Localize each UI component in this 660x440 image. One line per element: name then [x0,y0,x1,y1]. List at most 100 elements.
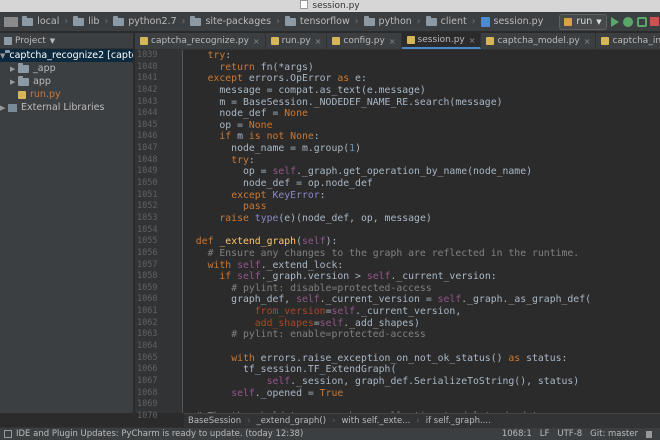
code-line: graph_def, self._current_version = self.… [184,294,591,306]
line-number: 1066 [137,364,158,375]
tree-item-app[interactable]: ▶ app [0,75,133,88]
code-line: tf_session.TF_ExtendGraph( [184,364,397,376]
lock-icon[interactable] [646,430,652,438]
navigation-bar: local › lib › python2.7 › site-packages › te… [0,12,660,32]
tree-item-app-underscore[interactable]: ▶ _app [0,62,133,75]
cursor-position[interactable]: 1068:1 [502,429,532,439]
nav-crumb-site-packages[interactable]: site-packages [190,15,271,27]
chevron-right-icon: › [332,415,336,426]
close-icon[interactable]: × [584,37,591,46]
folder-icon [113,15,125,26]
project-sidebar: Project ▼ ▼ captcha_recognize2 [captc ▶ _ap… [0,33,134,413]
breadcrumb-with[interactable]: with self._exte... [341,416,410,426]
nav-crumb-tensorflow[interactable]: tensorflow [284,15,350,27]
code-editor[interactable]: try: return fn(*args) except errors.OpEr… [184,50,660,413]
breadcrumb-method[interactable]: _extend_graph() [257,416,326,426]
line-number: 1050 [137,178,158,189]
code-line: from_version=self._current_version, [254,306,462,318]
nav-crumb-python27[interactable]: python2.7 [113,15,177,27]
status-message[interactable]: IDE and Plugin Updates: PyCharm is ready… [16,429,303,439]
python-file-icon [140,37,148,45]
code-line: if self._graph.version > self._current_v… [219,271,497,283]
close-icon[interactable]: × [389,37,396,46]
stop-icon [650,17,660,26]
chevron-right-icon: › [181,16,186,27]
tab-captcha-input[interactable]: captcha_input.py× [596,33,660,49]
code-line: def _extend_graph(self): [195,236,338,248]
tab-run[interactable]: run.py × [266,33,328,49]
tree-item-run-py[interactable]: run.py [0,88,133,101]
line-number: 1048 [137,154,158,165]
code-line: add_shapes=self._add_shapes) [254,317,420,329]
python-file-icon [18,90,26,99]
code-line: with errors.raise_exception_on_not_ok_st… [231,352,568,364]
coverage-icon [636,16,647,27]
folder-icon [284,15,296,26]
python-file-icon [601,37,610,45]
nav-crumb-python[interactable]: python [363,15,412,27]
line-separator[interactable]: LF [540,429,550,439]
editor-tabs: captcha_recognize.py × run.py × config.py ×… [135,33,660,50]
file-encoding[interactable]: UTF-8 [557,429,582,439]
line-number: 1044 [137,108,158,119]
stop-button[interactable] [650,14,660,30]
close-icon[interactable]: × [253,37,260,46]
chevron-down-icon: ▼ [596,17,602,26]
run-configuration-select[interactable]: run ▼ [559,13,607,30]
tree-item-external-libraries[interactable]: ▶ External Libraries [0,101,133,114]
close-icon[interactable]: × [469,36,476,45]
line-number: 1058 [137,271,158,282]
code-line: # pylint: disable=protected-access [231,282,432,294]
tree-item-project-root[interactable]: ▼ captcha_recognize2 [captc [0,49,133,62]
tab-session[interactable]: session.py × [401,33,482,49]
line-number: 1063 [137,329,158,340]
file-icon [300,0,309,9]
vcs-branch[interactable]: Git: master [590,429,638,439]
line-number: 1055 [137,236,158,247]
coverage-button[interactable] [636,14,647,30]
code-line: # Ensure any changes to the graph are re… [207,247,580,259]
tab-config[interactable]: config.py × [327,33,402,49]
window-title: session.py [312,1,360,11]
nav-crumb-client[interactable]: client [425,15,467,27]
tab-captcha-recognize[interactable]: captcha_recognize.py × [135,33,266,49]
chevron-right-icon: › [64,16,69,27]
library-icon [8,103,17,112]
chevron-right-icon: › [354,16,359,27]
notification-icon[interactable] [4,430,12,438]
python-file-icon [332,37,341,45]
window-title-bar: session.py [0,0,660,12]
code-breadcrumb: BaseSession › _extend_graph() › with self.… [184,413,660,427]
folder-icon [363,15,375,26]
chevron-right-icon: › [471,16,476,27]
code-line: self._session, graph_def.SerializeToStri… [266,375,580,387]
breadcrumb-if[interactable]: if self._graph.... [426,416,491,426]
chevron-right-icon: ▶ [10,77,16,86]
code-line: node_def = op.node_def [184,178,373,190]
chevron-right-icon: › [247,415,251,426]
code-line: try: [207,50,232,61]
line-number: 1046 [137,131,158,142]
project-icon [4,36,12,45]
code-line: self._opened = True [231,387,344,399]
debug-button[interactable] [623,14,634,30]
tab-captcha-model[interactable]: captcha_model.py × [481,33,597,49]
nav-crumb-session-py[interactable]: session.py [480,16,543,27]
chevron-right-icon: › [276,16,280,27]
code-line: op = self._graph.get_operation_by_name(n… [184,166,533,178]
line-number: 1051 [137,189,158,200]
line-number: 1041 [137,73,158,84]
line-number: 1052 [137,201,158,212]
status-bar: IDE and Plugin Updates: PyCharm is ready… [0,427,660,440]
project-panel-header[interactable]: Project ▼ [0,33,133,49]
python-file-icon [486,37,495,45]
nav-crumb-local[interactable]: local [22,15,59,27]
code-line: raise type(e)(node_def, op, message) [219,212,432,224]
line-number: 1067 [137,375,158,386]
breadcrumb-class[interactable]: BaseSession [188,416,241,426]
close-icon[interactable]: × [315,37,322,46]
run-button[interactable] [610,14,620,30]
code-line: op = None [184,119,273,131]
nav-crumb-lib[interactable]: lib [73,15,99,27]
